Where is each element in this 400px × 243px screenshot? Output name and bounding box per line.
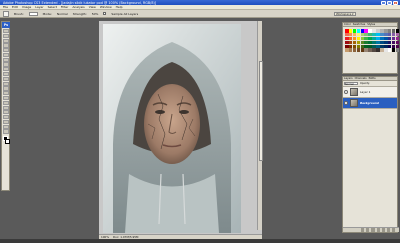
- close-button[interactable]: ×: [393, 0, 398, 5]
- canvas-image[interactable]: [103, 24, 241, 233]
- menu-file[interactable]: File: [3, 5, 8, 9]
- folder-icon[interactable]: [381, 228, 385, 232]
- layer-actions-bar: [343, 227, 399, 232]
- current-tool-icon[interactable]: [3, 10, 9, 17]
- adjustment-icon[interactable]: [376, 228, 380, 232]
- marquee-tool-icon[interactable]: [2, 33, 9, 38]
- workspace-button[interactable]: Workspace ▾: [334, 12, 356, 16]
- menu-window[interactable]: Window: [100, 5, 112, 9]
- eraser-tool-icon[interactable]: [2, 76, 9, 81]
- menu-edit[interactable]: Edit: [12, 5, 18, 9]
- visibility-eye-icon[interactable]: [344, 90, 348, 94]
- mode-select[interactable]: Normal: [57, 12, 68, 16]
- menu-analysis[interactable]: Analysis: [72, 5, 84, 9]
- background-color[interactable]: [5, 138, 10, 144]
- slice-tool-icon[interactable]: [2, 52, 9, 58]
- notes-tool-icon[interactable]: [2, 115, 9, 120]
- layer-thumbnail: [350, 99, 358, 107]
- blend-mode-select[interactable]: Normal: [344, 81, 358, 86]
- shape-tool-icon[interactable]: [2, 110, 9, 115]
- brush-tool-icon[interactable]: [2, 62, 9, 67]
- type-tool-icon[interactable]: [2, 100, 9, 105]
- lasso-tool-icon[interactable]: [2, 38, 9, 43]
- layer-row[interactable]: Layer 1: [343, 87, 397, 98]
- strength-label: Strength:: [72, 11, 87, 16]
- clone-stamp-tool-icon[interactable]: [2, 67, 9, 72]
- tab-paths[interactable]: Paths: [369, 77, 376, 80]
- tab-styles[interactable]: Styles: [367, 23, 375, 26]
- mask-icon[interactable]: [371, 228, 375, 232]
- trash-icon[interactable]: [392, 228, 396, 232]
- tab-swatches[interactable]: Swatches: [353, 23, 365, 26]
- pen-tool-icon[interactable]: [2, 95, 9, 101]
- swatches-panel: Color Swatches Styles: [342, 22, 400, 74]
- layer-name: Background: [360, 101, 379, 105]
- menu-layer[interactable]: Layer: [35, 5, 43, 9]
- menu-help[interactable]: Help: [116, 5, 123, 9]
- tab-channels[interactable]: Channels: [355, 77, 367, 80]
- photoshop-logo: Ps: [2, 22, 10, 28]
- options-bar: Brush: Mode: Normal Strength: 50% Sample…: [0, 10, 400, 18]
- portrait-illustration: [103, 24, 241, 233]
- menu-view[interactable]: View: [89, 5, 96, 9]
- new-layer-icon[interactable]: [386, 228, 391, 232]
- visibility-eye-icon[interactable]: [344, 101, 348, 105]
- menu-image[interactable]: Image: [22, 5, 31, 9]
- tab-layers[interactable]: Layers: [344, 77, 353, 80]
- dodge-tool-icon[interactable]: [2, 91, 9, 96]
- quick-select-tool-icon[interactable]: [2, 43, 9, 48]
- layer-thumbnail: [350, 88, 358, 96]
- brush-picker[interactable]: [28, 11, 38, 16]
- sample-all-label: Sample All Layers: [111, 11, 139, 16]
- document-window: [99, 21, 263, 234]
- layer-name: Layer 1: [360, 90, 371, 94]
- menu-select[interactable]: Select: [48, 5, 57, 9]
- minimize-button[interactable]: _: [381, 0, 386, 5]
- color-swatches: [2, 135, 10, 148]
- brush-label: Brush:: [14, 11, 24, 16]
- crop-tool-icon[interactable]: [2, 48, 9, 53]
- strength-field[interactable]: 50%: [92, 12, 99, 16]
- history-brush-tool-icon[interactable]: [2, 72, 9, 77]
- menu-filter[interactable]: Filter: [61, 5, 68, 9]
- hand-tool-icon[interactable]: [2, 124, 9, 129]
- zoom-tool-icon[interactable]: [2, 129, 9, 134]
- opacity-label: Opacity:: [360, 82, 370, 85]
- window-controls: _ □ ×: [381, 0, 398, 5]
- swatch-grid: [343, 27, 400, 54]
- vertical-scrollbar[interactable]: [257, 21, 263, 230]
- blur-tool-icon[interactable]: [2, 86, 9, 91]
- sample-all-checkbox[interactable]: [103, 12, 107, 15]
- mode-label: Mode:: [42, 11, 52, 16]
- healing-tool-icon[interactable]: [2, 57, 9, 62]
- gradient-tool-icon[interactable]: [2, 81, 9, 86]
- layer-row-active[interactable]: Background: [343, 98, 397, 109]
- tab-color[interactable]: Color: [344, 23, 351, 26]
- path-select-tool-icon[interactable]: [2, 105, 9, 110]
- color-swatch[interactable]: [395, 48, 400, 53]
- maximize-button[interactable]: □: [387, 0, 392, 5]
- eyedropper-tool-icon[interactable]: [2, 119, 9, 125]
- window-title: Adobe Photoshop CS3 Extended - [Jadajin …: [3, 0, 157, 5]
- link-icon[interactable]: [361, 228, 365, 232]
- layers-panel: Layers Channels Paths Normal Opacity: La…: [342, 76, 399, 233]
- taskbar: [0, 239, 400, 243]
- fx-icon[interactable]: [366, 228, 370, 232]
- move-tool-icon[interactable]: [2, 29, 9, 34]
- scrollbar-thumb[interactable]: [258, 61, 263, 161]
- toolbox: Ps: [1, 21, 10, 191]
